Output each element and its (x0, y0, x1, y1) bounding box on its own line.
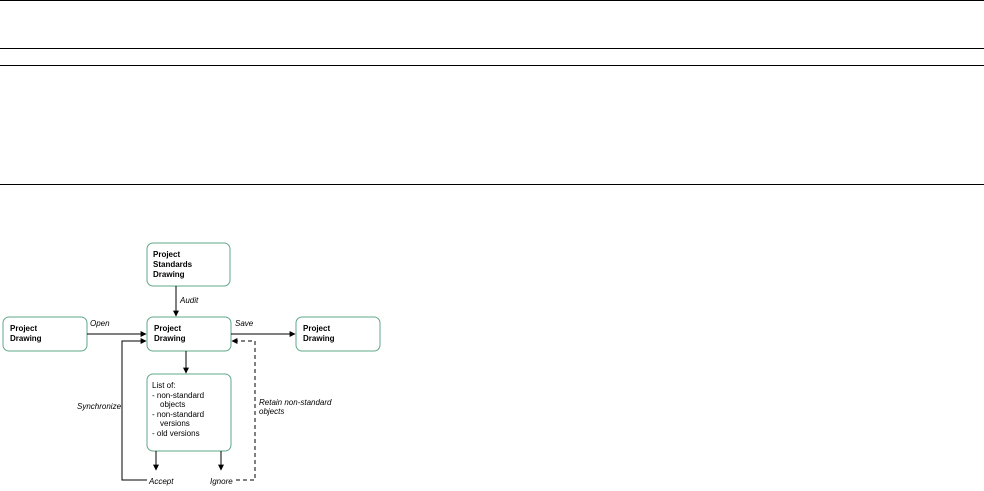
node-line: Project (153, 250, 180, 259)
audit-label: Audit (179, 296, 199, 305)
accept-label: Accept (148, 477, 174, 486)
retain-loop (231, 338, 256, 481)
list-line: objects (160, 400, 185, 409)
table-header-divider (0, 48, 984, 49)
list-line: List of: (152, 381, 176, 390)
project-drawing-center-node: Project Drawing (146, 316, 232, 352)
cad-standards-flow-diagram: Project Standards Drawing Project Drawin… (2, 242, 381, 486)
synchronize-loop (121, 338, 147, 481)
table-body-row (0, 66, 984, 184)
node-line: Project (10, 324, 37, 333)
table-bottom-rule (0, 184, 984, 185)
retain-label-line: objects (259, 407, 284, 416)
table-header-row (0, 1, 984, 48)
node-line: Drawing (303, 334, 335, 343)
node-line: Standards (153, 260, 193, 269)
svg-text:Project Drawing: Project Drawing (10, 324, 42, 343)
node-line: Drawing (153, 270, 185, 279)
list-line: - old versions (152, 429, 200, 438)
open-label: Open (90, 319, 110, 328)
list-line: - non-standard (152, 391, 204, 400)
node-line: Drawing (154, 334, 186, 343)
synchronize-label: Synchronize (77, 402, 122, 411)
non-standard-list-node: List of: - non-standard objects - non-st… (146, 373, 232, 452)
project-drawing-source-node: Project Drawing (2, 316, 88, 352)
node-line: Project (154, 324, 181, 333)
retain-label: Retain non-standard objects (259, 398, 334, 416)
svg-text:Project Drawing: Project Drawing (154, 324, 186, 343)
node-line: Drawing (10, 334, 42, 343)
save-label: Save (235, 319, 254, 328)
list-line: versions (160, 419, 190, 428)
svg-text:Project Drawing: Project Drawing (303, 324, 335, 343)
ignore-label: Ignore (210, 477, 233, 486)
retain-label-line: Retain non-standard (259, 398, 332, 407)
node-line: Project (303, 324, 330, 333)
project-standards-drawing-node: Project Standards Drawing (146, 242, 231, 287)
project-drawing-target-node: Project Drawing (295, 316, 381, 352)
list-line: - non-standard (152, 410, 204, 419)
